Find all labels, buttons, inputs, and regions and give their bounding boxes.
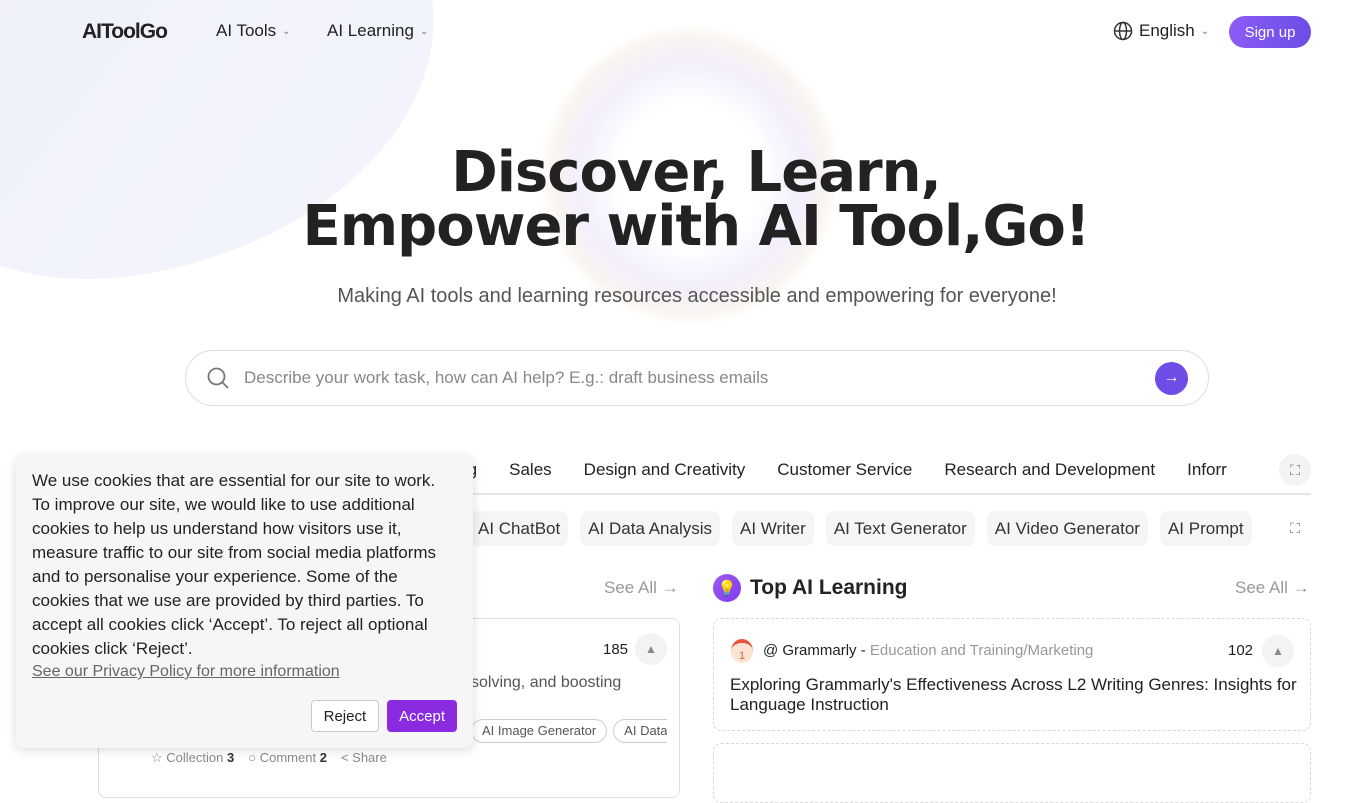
tab-design-creativity[interactable]: Design and Creativity (584, 458, 746, 493)
language-select[interactable]: English ⌄ (1113, 21, 1209, 41)
chevron-down-icon: ⌄ (419, 25, 429, 37)
lightbulb-icon: 💡 (713, 574, 741, 602)
learning-card[interactable] (713, 743, 1311, 803)
tool-tag[interactable]: AI Data (613, 719, 667, 743)
cookie-text: We use cookies that are essential for ou… (32, 471, 437, 658)
comment-icon: ○ (248, 750, 257, 765)
tag-chips: AI ChatBot AI Data Analysis AI Writer AI… (470, 511, 1270, 546)
learning-category: Education and Training/Marketing (869, 642, 1094, 659)
nav-ai-learning[interactable]: AI Learning ⌄ (327, 21, 428, 41)
vote-count: 102 (1228, 642, 1254, 659)
see-all-learning-link[interactable]: See All → (1235, 578, 1310, 598)
comment-label: Comment (259, 750, 317, 765)
nav-label: AI Tools (216, 21, 277, 40)
learning-card[interactable]: 1 @ Grammarly - Education and Training/M… (713, 618, 1311, 731)
chip[interactable]: AI Text Generator (825, 511, 975, 546)
star-icon: ☆ (151, 750, 163, 765)
collection-count: 3 (227, 750, 235, 765)
accept-button[interactable]: Accept (387, 700, 457, 732)
tab-sales[interactable]: Sales (509, 458, 552, 493)
tab-research-development[interactable]: Research and Development (944, 458, 1155, 493)
upvote-button[interactable]: ▲ (635, 633, 667, 665)
section-title: Top AI Learning (750, 576, 908, 599)
comment-count: 2 (319, 750, 327, 765)
signup-button[interactable]: Sign up (1229, 16, 1311, 48)
tab-information[interactable]: Inforr (1187, 458, 1227, 493)
hero-title-line2: Empower with AI Tool,Go! (302, 194, 1091, 259)
hero-title: Discover, Learn, Empower with AI Tool,Go! (0, 145, 1360, 255)
upvote-button[interactable]: ▲ (1262, 635, 1294, 667)
tool-tag[interactable]: AI Image Generator (471, 719, 608, 743)
reject-button[interactable]: Reject (310, 700, 380, 732)
expand-chips-icon[interactable]: ⛶ (1279, 512, 1311, 544)
search-input[interactable] (244, 368, 1155, 388)
expand-categories-icon[interactable]: ⛶ (1279, 454, 1311, 486)
hero-subtitle: Making AI tools and learning resources a… (337, 285, 1057, 307)
search-icon (207, 367, 229, 389)
chevron-down-icon: ⌄ (1200, 25, 1210, 37)
nav-ai-tools[interactable]: AI Tools ⌄ (216, 21, 291, 41)
chevron-down-icon: ⌄ (282, 25, 291, 37)
tab-customer-service[interactable]: Customer Service (777, 458, 912, 493)
learning-title[interactable]: Exploring Grammarly's Effectiveness Acro… (730, 675, 1300, 715)
chip[interactable]: AI Video Generator (986, 511, 1148, 546)
collection-label: Collection (166, 750, 224, 765)
chip[interactable]: AI Prompt (1159, 511, 1252, 546)
author-name[interactable]: @ Grammarly (763, 642, 857, 659)
rank-medal-icon: 1 (731, 639, 753, 663)
logo[interactable]: AIToolGo (82, 20, 168, 44)
chip[interactable]: AI Writer (732, 511, 814, 546)
see-all-tools-link[interactable]: See All → (604, 578, 679, 598)
vote-count: 185 (603, 641, 629, 658)
search-bar: → (185, 350, 1209, 406)
privacy-policy-link[interactable]: See our Privacy Policy for more informat… (32, 663, 457, 681)
language-label: English (1139, 21, 1195, 40)
share-icon: < (340, 750, 349, 765)
chip[interactable]: AI Data Analysis (580, 511, 720, 546)
separator: - (860, 642, 866, 659)
tool-description: solving, and boosting (471, 674, 622, 691)
cookie-banner: We use cookies that are essential for ou… (16, 455, 473, 748)
category-tabs: ning Sales Design and Creativity Custome… (445, 458, 1311, 495)
nav-label: AI Learning (327, 21, 414, 40)
submit-arrow-button[interactable]: → (1155, 361, 1188, 395)
chip[interactable]: AI ChatBot (470, 511, 569, 546)
globe-icon (1113, 21, 1133, 41)
share-label: Share (352, 750, 387, 765)
